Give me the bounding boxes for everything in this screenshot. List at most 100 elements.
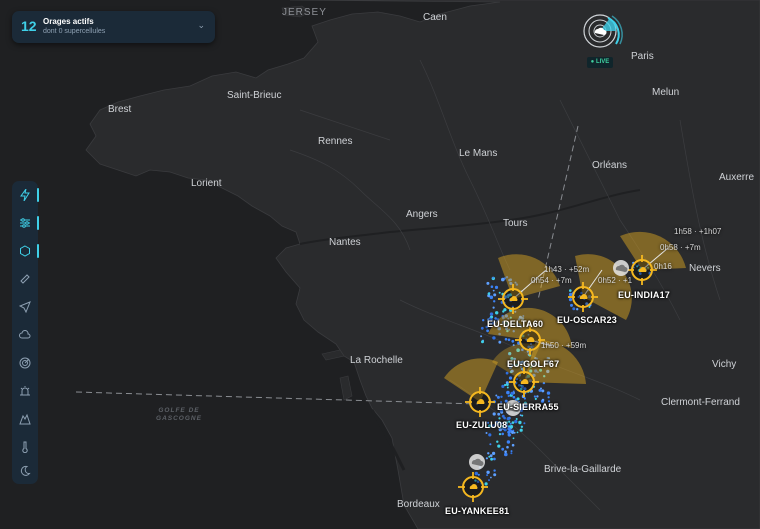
tool-navigate[interactable] bbox=[12, 296, 38, 318]
storm-label[interactable]: EU-YANKEE81 bbox=[445, 506, 509, 516]
strike-dot bbox=[507, 433, 511, 437]
strike-dot bbox=[480, 326, 484, 330]
live-badge: ● LIVE bbox=[587, 57, 613, 68]
strike-dot bbox=[511, 339, 515, 343]
strike-dot bbox=[534, 397, 537, 400]
strike-dot bbox=[509, 422, 512, 425]
city-label: Saint-Brieuc bbox=[227, 90, 282, 101]
tool-temperature[interactable] bbox=[12, 436, 38, 458]
strike-dot bbox=[487, 452, 490, 455]
strike-dot bbox=[492, 451, 496, 455]
active-indicator bbox=[37, 188, 39, 202]
tool-lightning[interactable] bbox=[12, 184, 39, 206]
strike-dot bbox=[507, 338, 511, 342]
tool-alarm[interactable] bbox=[12, 380, 38, 402]
tool-hexagon[interactable] bbox=[12, 240, 39, 262]
tool-radar[interactable] bbox=[12, 352, 38, 374]
strike-dot bbox=[508, 420, 511, 423]
strike-dot bbox=[485, 457, 488, 460]
strike-dot bbox=[492, 336, 496, 340]
panel-title: Orages actifs bbox=[43, 17, 94, 26]
eta-label: 1h43 · +52m bbox=[544, 265, 590, 274]
strike-dot bbox=[506, 390, 510, 395]
strike-dot bbox=[516, 431, 519, 434]
strike-dot bbox=[506, 440, 511, 444]
strike-dot bbox=[498, 340, 502, 344]
cloud-icon bbox=[19, 329, 31, 339]
strike-dot bbox=[523, 397, 527, 400]
strike-dot bbox=[576, 308, 579, 311]
strike-dot bbox=[500, 395, 503, 398]
storm-count: 12 bbox=[21, 18, 37, 34]
tool-ruler[interactable] bbox=[12, 268, 38, 290]
city-label: Clermont-Ferrand bbox=[661, 397, 740, 408]
storm-label[interactable]: EU-INDIA17 bbox=[618, 290, 670, 300]
mountain-icon bbox=[19, 413, 31, 425]
strike-dot bbox=[493, 300, 496, 303]
strike-dot bbox=[510, 450, 513, 453]
strike-dot bbox=[546, 391, 551, 395]
tool-cloud[interactable] bbox=[12, 324, 38, 346]
storm-label[interactable]: EU-GOLF67 bbox=[507, 359, 559, 369]
strike-dot bbox=[492, 412, 496, 416]
strike-dot bbox=[474, 471, 478, 476]
strike-dot bbox=[501, 384, 505, 388]
tool-layers[interactable] bbox=[12, 212, 39, 234]
strike-dot bbox=[510, 452, 513, 455]
ruler-icon bbox=[20, 274, 30, 284]
strike-dot bbox=[538, 388, 542, 392]
strike-dot bbox=[489, 443, 492, 446]
layers-sliders-icon bbox=[20, 218, 30, 228]
city-label: La Rochelle bbox=[350, 355, 403, 366]
storm-label[interactable]: EU-ZULU08 bbox=[456, 420, 507, 430]
city-label: Brive-la-Gaillarde bbox=[544, 464, 622, 475]
moon-icon bbox=[20, 465, 31, 476]
strike-dot bbox=[486, 329, 489, 333]
strike-dot bbox=[490, 285, 494, 289]
strike-dot bbox=[541, 398, 545, 402]
strike-dot bbox=[506, 386, 509, 389]
strike-dot bbox=[512, 395, 516, 399]
strike-dot bbox=[477, 473, 480, 476]
strike-dot bbox=[515, 418, 518, 420]
lightning-icon bbox=[20, 189, 30, 201]
strike-dot bbox=[503, 308, 507, 312]
storm-label[interactable]: EU-OSCAR23 bbox=[557, 315, 617, 325]
city-label: Nantes bbox=[329, 237, 361, 248]
strike-dot bbox=[487, 292, 491, 296]
strike-dot bbox=[506, 445, 509, 449]
city-label: Bordeaux bbox=[397, 499, 440, 510]
storm-label[interactable]: EU-SIERRA55 bbox=[497, 402, 559, 412]
strike-dot bbox=[516, 397, 520, 401]
strike-dot bbox=[518, 420, 522, 425]
strike-dot bbox=[503, 416, 506, 420]
strike-dot bbox=[498, 291, 501, 294]
map-canvas[interactable] bbox=[0, 0, 760, 529]
strike-dot bbox=[588, 306, 591, 308]
strike-dot bbox=[547, 396, 550, 399]
city-label: Paris bbox=[631, 51, 654, 62]
eta-label: 0h16 bbox=[654, 262, 672, 271]
strike-dot bbox=[504, 337, 508, 341]
panel-subtitle: dont 0 supercellules bbox=[43, 28, 106, 35]
strike-dot bbox=[496, 395, 500, 399]
city-label: Le Mans bbox=[459, 148, 498, 159]
eta-label: 1h50 · +59m bbox=[541, 341, 587, 350]
strike-dot bbox=[495, 311, 499, 315]
storm-label[interactable]: EU-DELTA60 bbox=[487, 319, 543, 329]
city-label: Angers bbox=[406, 209, 438, 220]
navigation-arrow-icon bbox=[19, 301, 31, 313]
city-label: Lorient bbox=[191, 178, 222, 189]
chevron-down-icon[interactable]: ⌄ bbox=[197, 20, 205, 31]
strike-dot bbox=[493, 457, 496, 461]
strike-dot bbox=[569, 289, 572, 292]
strike-dot bbox=[506, 383, 509, 386]
city-label: Caen bbox=[423, 12, 447, 23]
strike-dot bbox=[536, 395, 539, 398]
tool-night-mode[interactable] bbox=[12, 460, 38, 482]
active-storms-panel[interactable]: 12 Orages actifs dont 0 supercellules ⌄ bbox=[12, 11, 215, 43]
strike-dot bbox=[486, 470, 490, 474]
strike-dot bbox=[504, 450, 507, 454]
strike-dot bbox=[533, 395, 537, 398]
tool-terrain[interactable] bbox=[12, 408, 38, 430]
